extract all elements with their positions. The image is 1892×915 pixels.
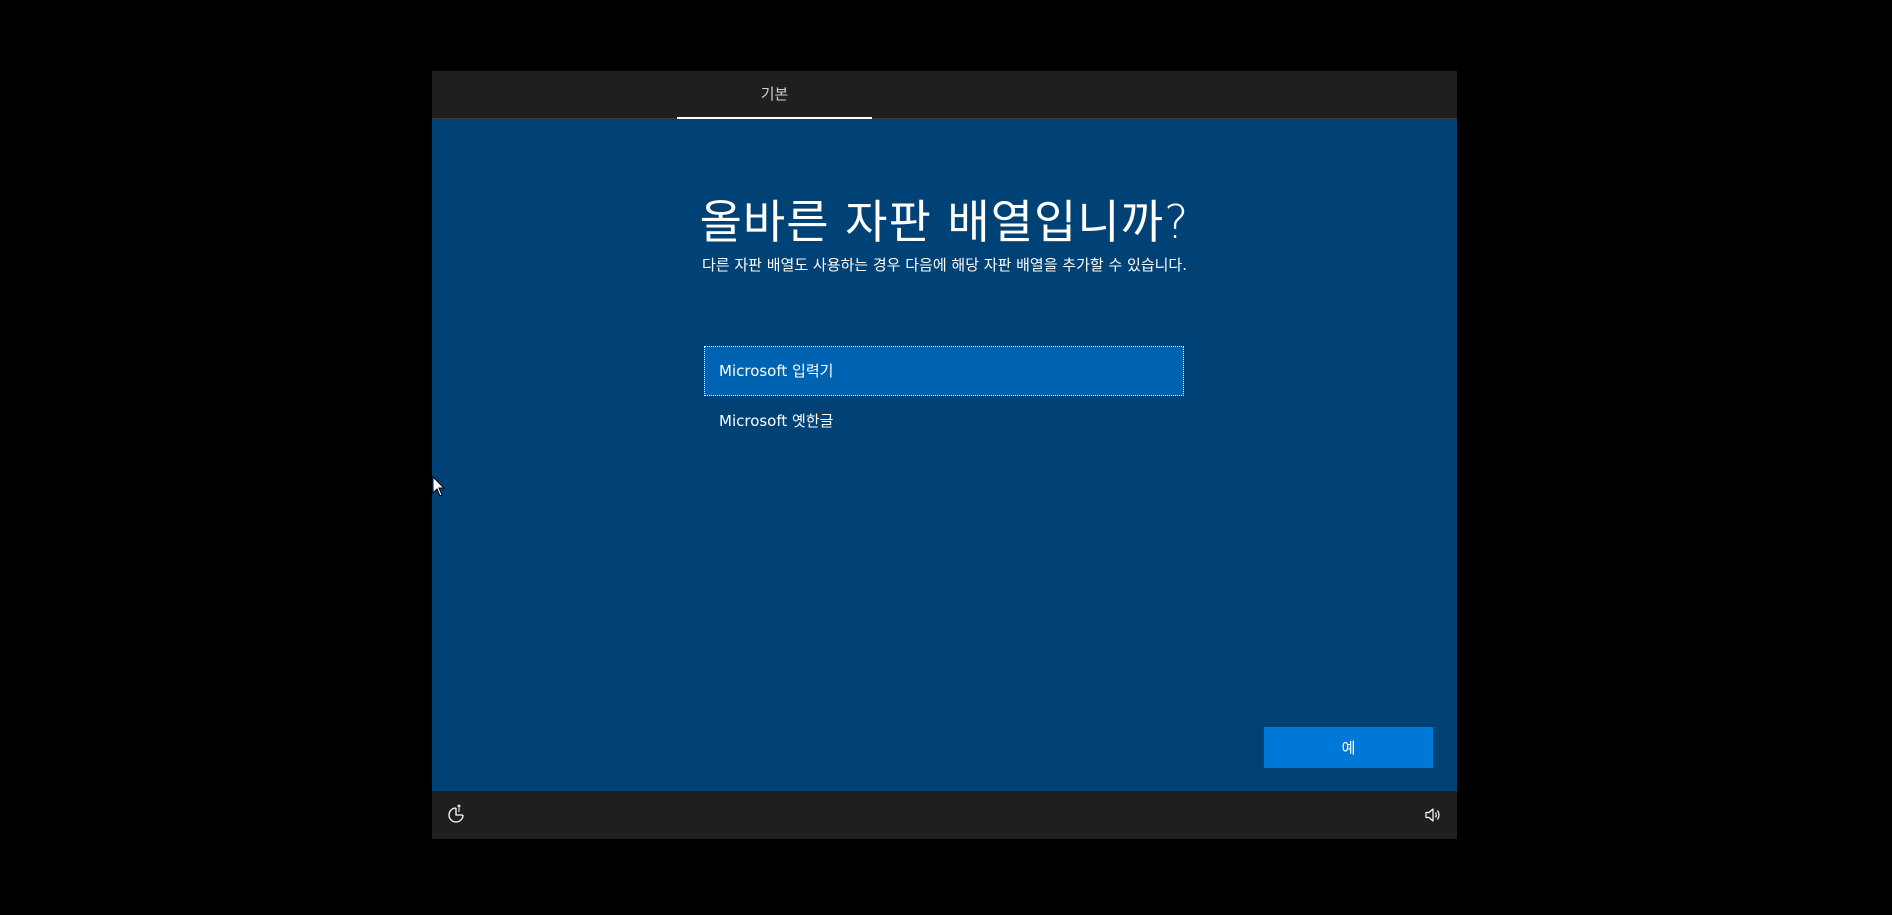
tab-underline [677, 117, 872, 119]
page-subtitle: 다른 자판 배열도 사용하는 경우 다음에 해당 자판 배열을 추가할 수 있습… [701, 256, 1188, 274]
bottom-bar [432, 791, 1457, 839]
option-microsoft-ime[interactable]: Microsoft 입력기 [704, 346, 1184, 396]
tab-label: 기본 [760, 85, 789, 103]
option-label: Microsoft 입력기 [719, 362, 834, 380]
accessibility-icon[interactable] [444, 803, 468, 827]
volume-icon[interactable] [1421, 803, 1445, 827]
option-label: Microsoft 옛한글 [719, 412, 834, 430]
top-bar: 기본 [432, 71, 1457, 119]
tab-basics: 기본 [677, 71, 872, 119]
oobe-window: 기본 올바른 자판 배열입니까? 다른 자판 배열도 사용하는 경우 다음에 해… [432, 71, 1457, 839]
keyboard-layout-list: Microsoft 입력기 Microsoft 옛한글 [704, 346, 1184, 446]
yes-button[interactable]: 예 [1264, 727, 1433, 768]
option-microsoft-old-hangul[interactable]: Microsoft 옛한글 [704, 396, 1184, 446]
mouse-pointer-icon [432, 475, 446, 498]
page-title: 올바른 자판 배열입니까? [699, 195, 1190, 249]
